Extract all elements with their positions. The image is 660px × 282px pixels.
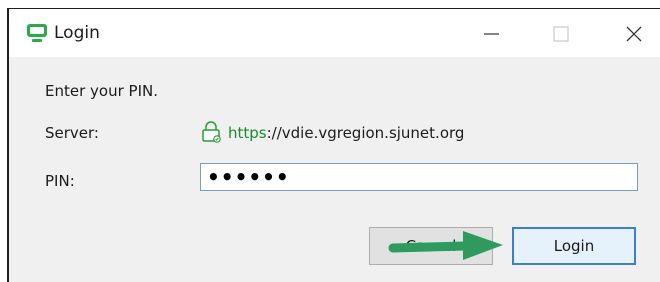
app-icon: [27, 24, 47, 42]
page-header-clipped: [0, 0, 660, 8]
close-icon[interactable]: [619, 19, 649, 49]
server-label: Server:: [45, 124, 99, 142]
login-dialog: Login Enter your PIN. Server: https://vd…: [7, 8, 660, 282]
server-url-host: ://vdie.vgregion.sjunet.org: [266, 124, 465, 142]
clipped-heading: [16, 0, 21, 8]
login-button[interactable]: Login: [512, 227, 636, 265]
title-bar[interactable]: Login: [9, 9, 660, 57]
server-url-protocol: https: [228, 124, 267, 142]
dialog-content: Enter your PIN. Server: https://vdie.vgr…: [9, 57, 660, 282]
lock-icon: [202, 121, 221, 143]
pin-label: PIN:: [45, 172, 75, 190]
minimize-icon[interactable]: [477, 19, 507, 49]
window-title: Login: [54, 23, 100, 43]
pin-input[interactable]: [200, 163, 638, 191]
maximize-icon[interactable]: [546, 19, 576, 49]
arrow-annotation: [388, 231, 503, 260]
instruction-text: Enter your PIN.: [45, 82, 158, 100]
server-url: https://vdie.vgregion.sjunet.org: [228, 124, 464, 142]
